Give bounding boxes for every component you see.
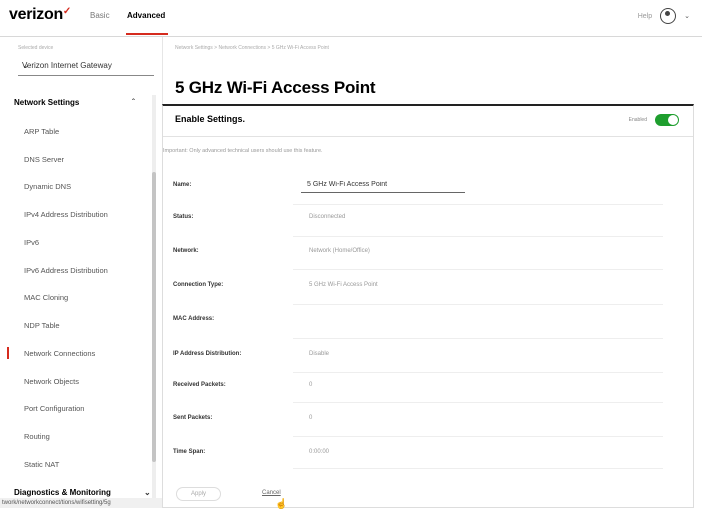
divider (293, 338, 663, 339)
sidebar-item-network-connections[interactable]: Network Connections (24, 349, 95, 358)
field-label-time-span: Time Span: (173, 449, 206, 455)
field-value-ip-address-distribution: Disable (309, 351, 330, 357)
sidebar-item-ndp-table[interactable]: NDP Table (24, 321, 60, 330)
divider (293, 468, 663, 469)
cancel-button[interactable]: Cancel (262, 490, 281, 496)
device-select-label: Selected device (18, 45, 54, 51)
enable-toggle-group: Enabled (629, 114, 679, 126)
card-title: Enable Settings. (175, 114, 246, 124)
field-value-sent-packets: 0 (309, 415, 313, 421)
tab-basic[interactable]: Basic (90, 11, 110, 20)
sidebar-section-network-settings[interactable]: Network Settings ˆ (14, 98, 135, 107)
help-link[interactable]: Help (638, 13, 652, 20)
field-label-ip-address-distribution: IP Address Distribution: (173, 351, 242, 357)
sidebar: Selected device Verizon Internet Gateway… (0, 37, 163, 508)
divider (293, 372, 663, 373)
chevron-up-icon: ˆ (132, 98, 135, 107)
field-value-connection-type: 5 GHz Wi-Fi Access Point (309, 282, 378, 288)
field-value-received-packets: 0 (309, 382, 313, 388)
sidebar-section-label: Diagnostics & Monitoring (14, 488, 111, 497)
tab-advanced[interactable]: Advanced (127, 11, 165, 20)
field-value-network: Network (Home/Office) (309, 248, 370, 254)
field-label-network: Network: (173, 248, 199, 254)
sidebar-item-port-configuration[interactable]: Port Configuration (24, 404, 84, 413)
divider (293, 269, 663, 270)
apply-button[interactable]: Apply (176, 487, 222, 501)
device-select[interactable]: Verizon Internet Gateway ⌄ (18, 57, 154, 76)
sidebar-item-network-objects[interactable]: Network Objects (24, 377, 79, 386)
name-input[interactable] (301, 177, 465, 193)
divider (293, 304, 663, 305)
field-label-received-packets: Received Packets: (173, 382, 226, 388)
settings-card: Enable Settings. Enabled Important: Only… (162, 104, 694, 508)
sidebar-item-static-nat[interactable]: Static NAT (24, 460, 59, 469)
sidebar-section-diagnostics-monitoring[interactable]: Diagnostics & Monitoring ⌄ (14, 488, 151, 497)
toggle-label: Enabled (628, 117, 647, 123)
header-actions: Help ⌄ (638, 8, 690, 24)
divider (293, 204, 663, 205)
user-circle-icon[interactable] (660, 8, 677, 24)
sidebar-item-routing[interactable]: Routing (24, 432, 50, 441)
divider (293, 236, 663, 237)
page-title: 5 GHz Wi-Fi Access Point (175, 78, 376, 97)
sidebar-item-mac-cloning[interactable]: MAC Cloning (24, 293, 68, 302)
divider (163, 136, 693, 137)
field-label-connection-type: Connection Type: (173, 282, 224, 288)
sidebar-item-arp-table[interactable]: ARP Table (24, 127, 59, 136)
field-label-name: Name: (173, 182, 192, 188)
divider (293, 436, 663, 437)
field-label-mac-address: MAC Address: (173, 316, 215, 322)
chevron-down-icon: ⌄ (22, 60, 30, 70)
logo-text: verizon (9, 6, 63, 23)
breadcrumb[interactable]: Network Settings > Network Connections >… (175, 45, 329, 51)
field-value-status: Disconnected (309, 214, 346, 220)
logo-check-icon: ✓ (62, 6, 72, 17)
advanced-warning-note: Important: Only advanced technical users… (163, 148, 323, 154)
active-item-indicator (7, 347, 9, 359)
field-label-status: Status: (173, 214, 194, 220)
enable-toggle[interactable] (655, 114, 679, 126)
sidebar-item-dns-server[interactable]: DNS Server (24, 155, 64, 164)
sidebar-item-ipv6[interactable]: IPv6 (24, 238, 39, 247)
browser-status-url: twork/networkconnect/tions/wifisetting/5… (0, 498, 162, 508)
active-tab-indicator (126, 33, 168, 35)
divider (293, 402, 663, 403)
sidebar-scrollbar-thumb[interactable] (152, 172, 156, 462)
field-value-time-span: 0:00:00 (309, 449, 330, 455)
sidebar-item-ipv6-address-distribution[interactable]: IPv6 Address Distribution (24, 266, 108, 275)
field-label-sent-packets: Sent Packets: (173, 415, 213, 421)
verizon-logo[interactable]: verizon✓ (9, 6, 71, 24)
sidebar-item-ipv4-address-distribution[interactable]: IPv4 Address Distribution (24, 210, 108, 219)
sidebar-section-label: Network Settings (14, 98, 80, 107)
sidebar-item-dynamic-dns[interactable]: Dynamic DNS (24, 182, 71, 191)
user-menu-chevron-icon[interactable]: ⌄ (684, 12, 690, 20)
hand-cursor-icon: ☝ (275, 499, 288, 510)
chevron-down-icon: ⌄ (144, 488, 151, 497)
top-navigation-bar: verizon✓ Basic Advanced Help ⌄ (0, 0, 702, 37)
